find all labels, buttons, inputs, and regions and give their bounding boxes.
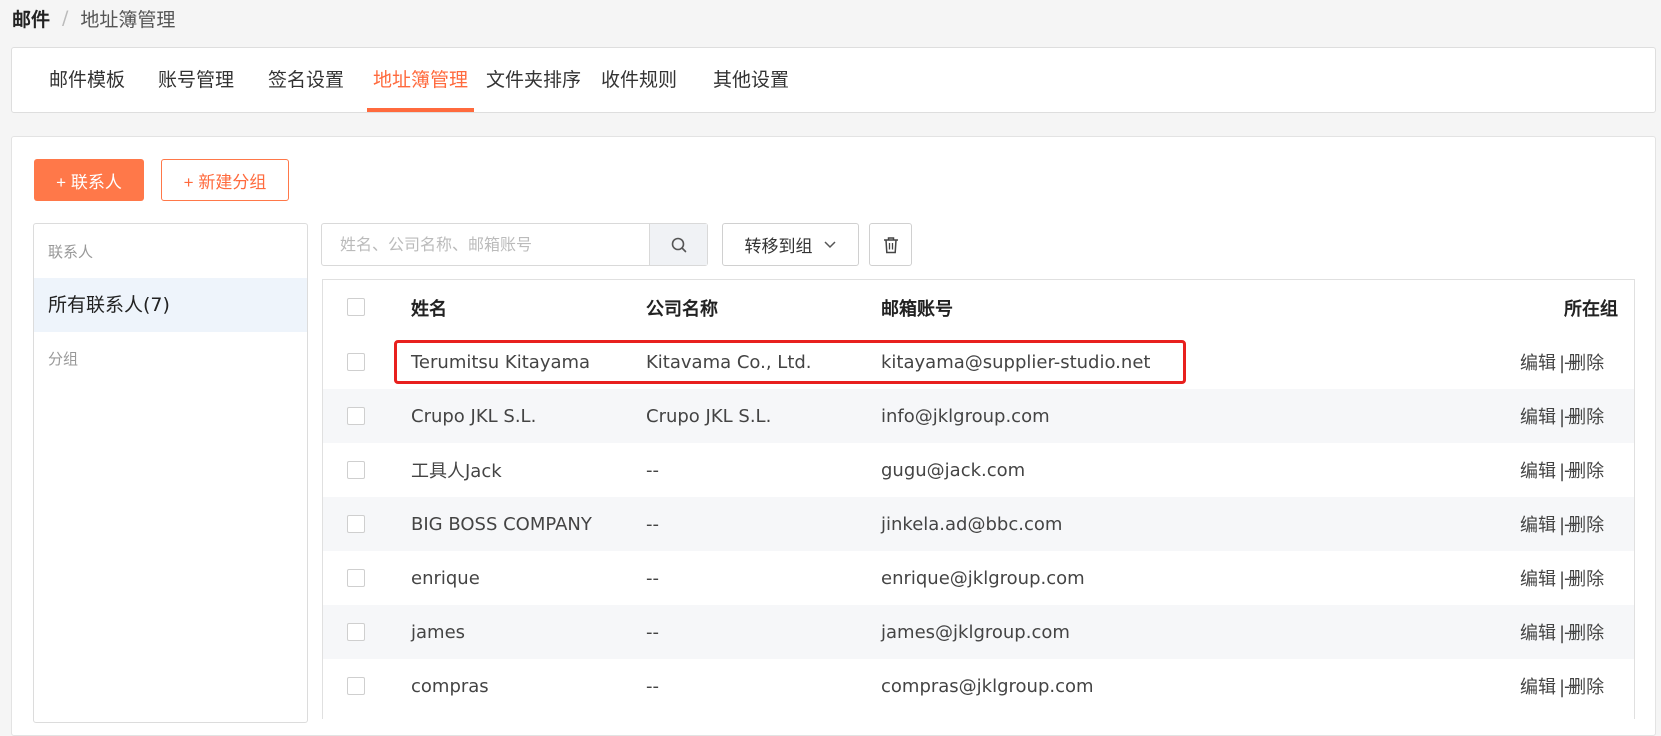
row-actions: 编辑 | 删除 bbox=[1520, 457, 1604, 483]
tab-inbox-rules[interactable]: 收件规则 bbox=[601, 48, 677, 112]
settings-tabs: 邮件模板 账号管理 签名设置 地址簿管理 文件夹排序 收件规则 其他设置 bbox=[11, 47, 1656, 113]
edit-link[interactable]: 编辑 bbox=[1520, 569, 1556, 590]
row-checkbox[interactable] bbox=[347, 515, 365, 533]
contact-email: info@jklgroup.com bbox=[881, 405, 1050, 427]
action-separator: | bbox=[1559, 461, 1566, 482]
contact-name: 工具人Jack bbox=[411, 461, 502, 482]
edit-link[interactable]: 编辑 bbox=[1520, 623, 1556, 644]
tab-address-book[interactable]: 地址簿管理 bbox=[367, 48, 474, 112]
contacts-sidebar: 联系人 所有联系人(7) 分组 bbox=[33, 223, 308, 723]
contact-company: -- bbox=[646, 513, 659, 535]
row-actions: 编辑 | 删除 bbox=[1520, 673, 1604, 699]
contact-email: james@jklgroup.com bbox=[881, 621, 1070, 643]
action-separator: | bbox=[1559, 353, 1566, 374]
delete-link[interactable]: 删除 bbox=[1568, 677, 1604, 698]
add-contact-button[interactable]: + 联系人 bbox=[34, 159, 144, 201]
breadcrumb: 邮件 / 地址簿管理 bbox=[12, 4, 175, 32]
delete-link[interactable]: 删除 bbox=[1568, 569, 1604, 590]
tab-account-management[interactable]: 账号管理 bbox=[158, 48, 234, 112]
contact-name: enrique bbox=[411, 567, 480, 589]
contacts-table: 姓名 公司名称 邮箱账号 所在组 操作 Terumitsu Kitayama K… bbox=[322, 279, 1635, 719]
edit-link[interactable]: 编辑 bbox=[1520, 353, 1556, 374]
delete-link[interactable]: 删除 bbox=[1568, 407, 1604, 428]
contact-company: -- bbox=[646, 675, 659, 697]
edit-link[interactable]: 编辑 bbox=[1520, 407, 1556, 428]
contact-company: -- bbox=[646, 459, 659, 481]
search-input[interactable] bbox=[322, 224, 649, 265]
row-checkbox[interactable] bbox=[347, 407, 365, 425]
contact-name: Crupo JKL S.L. bbox=[411, 405, 537, 427]
contact-name: Terumitsu Kitayama bbox=[411, 351, 591, 373]
breadcrumb-separator: / bbox=[62, 7, 69, 29]
breadcrumb-current: 地址簿管理 bbox=[80, 8, 176, 31]
contact-company: Crupo JKL S.L. bbox=[646, 405, 772, 427]
delete-link[interactable]: 删除 bbox=[1568, 461, 1604, 482]
action-separator: | bbox=[1559, 623, 1566, 644]
new-group-button[interactable]: + 新建分组 bbox=[161, 159, 289, 201]
tab-signature-settings[interactable]: 签名设置 bbox=[268, 48, 344, 112]
contact-company: -- bbox=[646, 621, 659, 643]
row-actions: 编辑 | 删除 bbox=[1520, 619, 1604, 645]
contact-name: james bbox=[411, 621, 466, 643]
move-to-group-label: 转移到组 bbox=[744, 237, 813, 256]
row-checkbox[interactable] bbox=[347, 569, 365, 587]
row-checkbox[interactable] bbox=[347, 461, 365, 479]
row-actions: 编辑 | 删除 bbox=[1520, 403, 1604, 429]
select-all-checkbox[interactable] bbox=[347, 298, 365, 316]
table-row: compras -- compras@jklgroup.com -- 编辑 | 删除 bbox=[323, 659, 1634, 713]
contact-company: -- bbox=[646, 567, 659, 589]
tab-other-settings[interactable]: 其他设置 bbox=[713, 48, 789, 112]
breadcrumb-root[interactable]: 邮件 bbox=[12, 5, 50, 32]
table-row: 工具人Jack -- gugu@jack.com -- 编辑 | 删除 bbox=[323, 443, 1634, 497]
action-separator: | bbox=[1559, 515, 1566, 536]
table-row: Crupo JKL S.L. Crupo JKL S.L. info@jklgr… bbox=[323, 389, 1634, 443]
column-header-company: 公司名称 bbox=[646, 298, 718, 320]
column-header-name: 姓名 bbox=[411, 298, 447, 320]
trash-icon bbox=[883, 236, 898, 253]
search-bar bbox=[321, 223, 708, 266]
groups-section-label: 分组 bbox=[48, 350, 79, 368]
tab-folder-sorting[interactable]: 文件夹排序 bbox=[486, 48, 581, 112]
action-separator: | bbox=[1559, 407, 1566, 428]
search-button[interactable] bbox=[649, 224, 707, 265]
row-actions: 编辑 | 删除 bbox=[1520, 511, 1604, 537]
contact-name: BIG BOSS COMPANY bbox=[411, 513, 592, 535]
row-checkbox[interactable] bbox=[347, 623, 365, 641]
sidebar-item-all-contacts[interactable]: 所有联系人(7) bbox=[34, 278, 307, 332]
edit-link[interactable]: 编辑 bbox=[1520, 677, 1556, 698]
action-separator: | bbox=[1559, 677, 1566, 698]
tab-mail-templates[interactable]: 邮件模板 bbox=[49, 48, 125, 112]
row-checkbox[interactable] bbox=[347, 677, 365, 695]
delete-link[interactable]: 删除 bbox=[1568, 623, 1604, 644]
table-row: BIG BOSS COMPANY -- jinkela.ad@bbc.com -… bbox=[323, 497, 1634, 551]
column-header-email: 邮箱账号 bbox=[881, 298, 953, 320]
search-icon bbox=[671, 237, 686, 252]
contact-company: Kitavama Co., Ltd. bbox=[646, 351, 812, 373]
contact-email: jinkela.ad@bbc.com bbox=[881, 513, 1063, 535]
contact-email: gugu@jack.com bbox=[881, 459, 1026, 481]
column-header-group: 所在组 bbox=[1564, 298, 1618, 320]
table-row: Terumitsu Kitayama Kitavama Co., Ltd. ki… bbox=[323, 335, 1634, 389]
edit-link[interactable]: 编辑 bbox=[1520, 461, 1556, 482]
contact-email: compras@jklgroup.com bbox=[881, 675, 1094, 697]
table-row: james -- james@jklgroup.com -- 编辑 | 删除 bbox=[323, 605, 1634, 659]
delete-button[interactable] bbox=[869, 223, 912, 266]
delete-link[interactable]: 删除 bbox=[1568, 353, 1604, 374]
edit-link[interactable]: 编辑 bbox=[1520, 515, 1556, 536]
contact-email: kitayama@supplier-studio.net bbox=[881, 351, 1151, 373]
move-to-group-dropdown[interactable]: 转移到组 bbox=[722, 223, 859, 266]
contact-name: compras bbox=[411, 675, 489, 697]
row-actions: 编辑 | 删除 bbox=[1520, 565, 1604, 591]
row-actions: 编辑 | 删除 bbox=[1520, 349, 1604, 375]
table-header: 姓名 公司名称 邮箱账号 所在组 操作 bbox=[323, 280, 1634, 335]
row-checkbox[interactable] bbox=[347, 353, 365, 371]
action-separator: | bbox=[1559, 569, 1566, 590]
table-row: enrique -- enrique@jklgroup.com -- 编辑 | 删除 bbox=[323, 551, 1634, 605]
chevron-down-icon bbox=[823, 240, 836, 248]
delete-link[interactable]: 删除 bbox=[1568, 515, 1604, 536]
contacts-section-label: 联系人 bbox=[48, 243, 94, 261]
contact-email: enrique@jklgroup.com bbox=[881, 567, 1085, 589]
